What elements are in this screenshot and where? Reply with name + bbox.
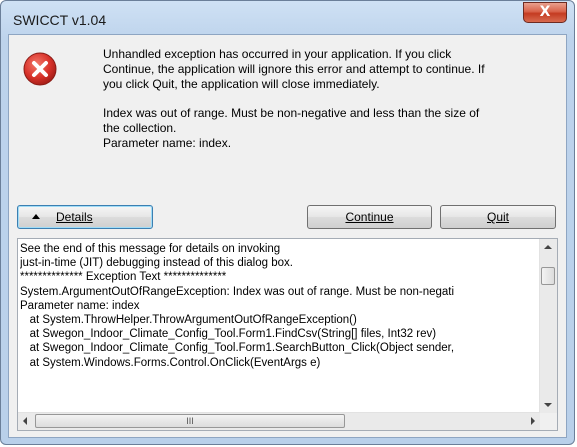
summary-line: Index was out of range. Must be non-nega… (103, 106, 480, 120)
scroll-up-icon[interactable] (544, 245, 552, 249)
summary-line: Parameter name: index. (103, 136, 232, 150)
continue-button[interactable]: Continue (307, 205, 432, 229)
summary-line: the collection. (103, 121, 177, 135)
message-line: Continue, the application will ignore th… (103, 62, 485, 76)
details-line: ************** Exception Text **********… (20, 271, 227, 284)
details-line: at System.Windows.Forms.Control.OnClick(… (20, 356, 321, 369)
details-textbox[interactable]: See the end of this message for details … (17, 238, 558, 431)
exception-summary: Index was out of range. Must be non-nega… (103, 106, 553, 151)
vertical-scrollbar[interactable] (539, 239, 557, 413)
close-button[interactable]: X (523, 2, 567, 23)
error-message: Unhandled exception has occurred in your… (103, 47, 553, 151)
details-line: See the end of this message for details … (20, 243, 281, 255)
dialog-body: Unhandled exception has occurred in your… (8, 34, 567, 438)
horizontal-scroll-thumb[interactable]: III (35, 414, 345, 428)
details-line: at Swegon_Indoor_Climate_Config_Tool.For… (20, 328, 437, 341)
close-icon: X (539, 4, 551, 20)
horizontal-scrollbar[interactable]: III (18, 412, 540, 430)
window-title: SWICCT v1.04 (13, 12, 107, 28)
message-line: you click Quit, the application will clo… (103, 77, 380, 91)
details-line: at Swegon_Indoor_Climate_Config_Tool.For… (20, 342, 455, 355)
grip-icon: III (186, 416, 194, 426)
scrollbar-corner (540, 413, 557, 430)
details-line: System.ArgumentOutOfRangeException: Inde… (20, 285, 455, 298)
title-bar[interactable]: SWICCT v1.04 X (1, 1, 574, 35)
error-icon (23, 52, 57, 86)
details-text[interactable]: See the end of this message for details … (20, 242, 540, 410)
details-line: just-in-time (JIT) debugging instead of … (20, 257, 293, 270)
quit-button-label: Quit (486, 210, 509, 224)
scroll-down-icon[interactable] (544, 403, 552, 407)
details-button[interactable]: Details (17, 205, 153, 229)
collapse-arrow-icon (32, 214, 40, 219)
scroll-left-icon[interactable] (23, 417, 27, 425)
scroll-right-icon[interactable] (531, 417, 535, 425)
dialog-window: SWICCT v1.04 X Unhandled exception has o… (0, 0, 575, 445)
details-line: Parameter name: index (20, 299, 140, 312)
message-line: Unhandled exception has occurred in your… (103, 47, 452, 61)
details-line: at System.ThrowHelper.ThrowArgumentOutOf… (20, 314, 357, 327)
vertical-scroll-thumb[interactable] (541, 267, 555, 285)
quit-button[interactable]: Quit (440, 205, 556, 229)
details-button-label: Details (56, 210, 93, 224)
continue-button-label: Continue (345, 210, 394, 224)
